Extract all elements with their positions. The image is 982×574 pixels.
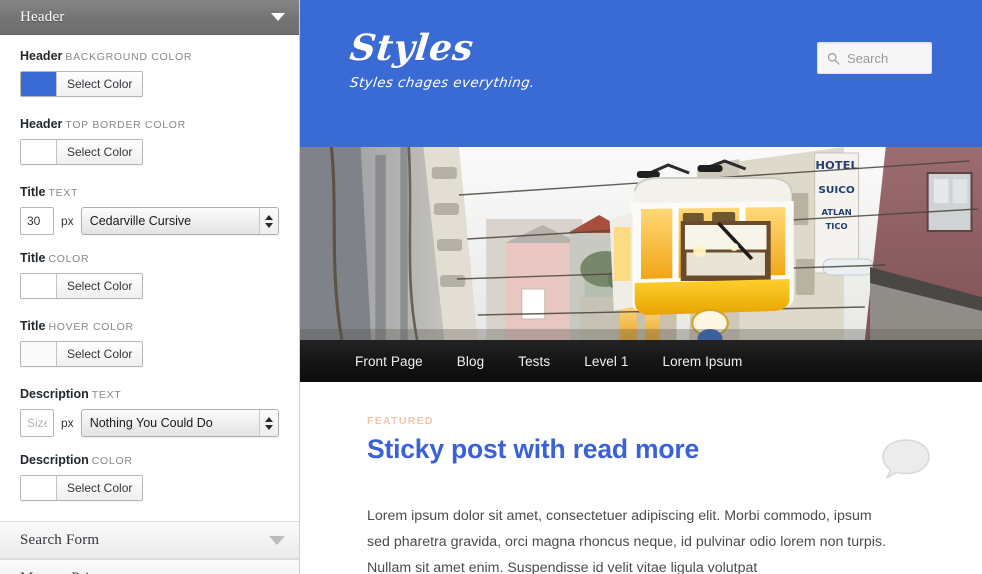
field-title-text: TitleTEXT px Cedarville Cursive [20, 185, 279, 235]
color-swatch[interactable] [21, 72, 57, 96]
chevron-down-icon[interactable] [271, 13, 285, 21]
stepper-arrows-icon[interactable] [259, 208, 278, 234]
color-swatch[interactable] [21, 476, 57, 500]
color-picker-title-color[interactable]: Select Color [20, 273, 143, 299]
search-icon [827, 52, 840, 65]
chevron-up-icon [265, 215, 273, 220]
field-label: TitleHOVER COLOR [20, 319, 279, 334]
panel-body-header: HeaderBACKGROUND COLOR Select Color Head… [0, 35, 299, 521]
primary-navigation: Front Page Blog Tests Level 1 Lorem Ipsu… [300, 340, 982, 382]
panel-header-search-form[interactable]: Search Form [0, 521, 299, 559]
color-picker-description-color[interactable]: Select Color [20, 475, 143, 501]
customizer-sidebar: Header HeaderBACKGROUND COLOR Select Col… [0, 0, 300, 574]
site-preview: Styles Styles chages everything. Search [300, 0, 982, 574]
select-color-button[interactable]: Select Color [57, 274, 142, 298]
panel-header-header[interactable]: Header [0, 0, 299, 35]
description-font-family-select[interactable]: Nothing You Could Do [81, 409, 279, 437]
select-color-button[interactable]: Select Color [57, 140, 142, 164]
unit-label-px: px [61, 214, 74, 228]
field-label: TitleTEXT [20, 185, 279, 200]
field-title-color: TitleCOLOR Select Color [20, 251, 279, 303]
chevron-down-icon [265, 425, 273, 430]
font-controls-row: px Cedarville Cursive [20, 207, 279, 235]
select-value: Cedarville Cursive [82, 214, 259, 228]
font-controls-row: px Nothing You Could Do [20, 409, 279, 437]
nav-item-level-1[interactable]: Level 1 [584, 354, 628, 369]
nav-item-front-page[interactable]: Front Page [355, 354, 423, 369]
select-color-button[interactable]: Select Color [57, 476, 142, 500]
field-label-strong: Description [20, 453, 89, 467]
comment-bubble-icon[interactable] [880, 437, 932, 481]
title-font-family-select[interactable]: Cedarville Cursive [81, 207, 279, 235]
street-scene-illustration: HOTEL SUICO ATLAN TICO [300, 147, 982, 340]
field-label-sub: TEXT [48, 187, 78, 199]
color-picker-header-background[interactable]: Select Color [20, 71, 143, 97]
field-label: DescriptionTEXT [20, 387, 279, 402]
field-label: TitleCOLOR [20, 251, 279, 266]
chevron-down-icon [265, 223, 273, 228]
featured-label: FEATURED [367, 415, 932, 427]
featured-post: FEATURED Sticky post with read more Lore… [300, 382, 982, 574]
panel-title: Search Form [20, 532, 99, 549]
stepper-arrows-icon[interactable] [259, 410, 278, 436]
color-swatch[interactable] [21, 274, 57, 298]
panel-title: Menu – Primary [20, 570, 121, 574]
title-font-size-input[interactable] [20, 207, 54, 235]
field-label-strong: Header [20, 117, 62, 131]
color-picker-title-hover-color[interactable]: Select Color [20, 341, 143, 367]
color-swatch[interactable] [21, 342, 57, 366]
header-image: HOTEL SUICO ATLAN TICO [300, 147, 982, 340]
nav-item-lorem-ipsum[interactable]: Lorem Ipsum [662, 354, 742, 369]
post-title[interactable]: Sticky post with read more [367, 434, 699, 464]
nav-item-blog[interactable]: Blog [457, 354, 484, 369]
field-label: HeaderTOP BORDER COLOR [20, 117, 279, 132]
select-value: Nothing You Could Do [82, 416, 259, 430]
field-description-color: DescriptionCOLOR Select Color [20, 453, 279, 505]
field-header-top-border-color: HeaderTOP BORDER COLOR Select Color [20, 117, 279, 169]
color-picker-header-top-border[interactable]: Select Color [20, 139, 143, 165]
svg-text:SUICO: SUICO [818, 185, 855, 196]
select-color-button[interactable]: Select Color [57, 342, 142, 366]
site-description: Styles chages everything. [349, 75, 536, 91]
description-font-size-input[interactable] [20, 409, 54, 437]
unit-label-px: px [61, 416, 74, 430]
field-label-strong: Title [20, 319, 45, 333]
svg-text:TICO: TICO [826, 221, 848, 231]
panel-header-menu-primary[interactable]: Menu – Primary [0, 559, 299, 574]
field-label-strong: Title [20, 251, 45, 265]
field-title-hover-color: TitleHOVER COLOR Select Color [20, 319, 279, 371]
field-label-sub: TOP BORDER COLOR [65, 119, 186, 131]
field-label-sub: HOVER COLOR [48, 321, 133, 333]
field-label-sub: TEXT [92, 389, 122, 401]
site-title[interactable]: Styles [348, 30, 537, 66]
search-input-placeholder[interactable]: Search [847, 51, 888, 66]
chevron-down-icon[interactable] [269, 536, 285, 545]
field-label-sub: COLOR [92, 455, 133, 467]
field-label: DescriptionCOLOR [20, 453, 279, 468]
post-excerpt: Lorem ipsum dolor sit amet, consectetuer… [367, 504, 887, 574]
customizer-screen: Header HeaderBACKGROUND COLOR Select Col… [0, 0, 982, 574]
chevron-up-icon [265, 417, 273, 422]
preview-site-header: Styles Styles chages everything. Search [300, 0, 982, 147]
panel-title: Header [20, 9, 65, 26]
field-label-sub: COLOR [48, 253, 89, 265]
field-description-text: DescriptionTEXT px Nothing You Could Do [20, 387, 279, 437]
select-color-button[interactable]: Select Color [57, 72, 142, 96]
nav-item-tests[interactable]: Tests [518, 354, 550, 369]
post-title-row: Sticky post with read more [367, 434, 932, 481]
field-header-background-color: HeaderBACKGROUND COLOR Select Color [20, 49, 279, 101]
site-branding[interactable]: Styles Styles chages everything. [350, 30, 535, 91]
field-label: HeaderBACKGROUND COLOR [20, 49, 279, 64]
svg-text:ATLAN: ATLAN [821, 207, 851, 217]
field-label-strong: Description [20, 387, 89, 401]
field-label-strong: Header [20, 49, 62, 63]
field-label-strong: Title [20, 185, 45, 199]
search-form[interactable]: Search [817, 42, 932, 74]
color-swatch[interactable] [21, 140, 57, 164]
field-label-sub: BACKGROUND COLOR [65, 51, 192, 63]
